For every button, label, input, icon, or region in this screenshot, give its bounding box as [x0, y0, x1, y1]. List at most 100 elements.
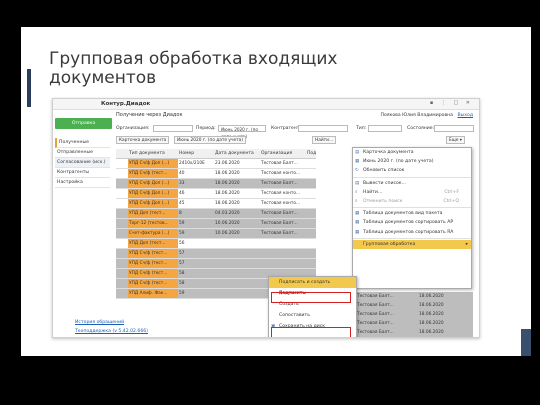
column-header[interactable]: Организация: [260, 149, 306, 158]
sidebar-item-received[interactable]: Полученные: [55, 138, 110, 148]
table-row[interactable]: УПД Сч/ф Доп (...) 45 18.06.2020 Тестовая к…: [116, 199, 316, 209]
table-row[interactable]: Счет-фактура (...) 59 10.06.2020 Тестовая Б…: [116, 229, 316, 239]
window-controls[interactable]: ▪ ⋮ □ ✕: [430, 100, 473, 106]
logout-link[interactable]: Выход: [458, 113, 473, 118]
column-header[interactable]: Дата документа: [214, 149, 260, 158]
org-filter-label: Организация:: [116, 126, 150, 131]
contractor-filter-input[interactable]: [298, 125, 348, 132]
table-row[interactable]: УПД Доп (тест... 8 04.03.2020 Тестовая Балт…: [116, 209, 316, 219]
row-checkbox: [116, 159, 128, 168]
row-checkbox: [116, 209, 128, 218]
context-menu: ▤ Карточка документа ▦ Июнь 2020 г. (по дат…: [352, 147, 472, 289]
doc-date-cell: 18.06.2020: [215, 181, 240, 186]
doc-number-cell: 56: [179, 241, 185, 246]
doc-date-cell: 23.06.2020: [215, 161, 240, 166]
column-header[interactable]: Номер: [178, 149, 214, 158]
column-header[interactable]: [116, 149, 128, 158]
support-link[interactable]: Техподдержка (v 5.42.02.666): [75, 327, 148, 336]
table-row[interactable]: Тестовая Балт... 18.06.2020: [353, 328, 473, 337]
period-filter-input[interactable]: Июнь 2020 г. (по дате учета): [218, 125, 266, 139]
submenu-item[interactable]: Подписать и создать документы: [269, 277, 356, 296]
doc-division-cell: [306, 249, 316, 258]
doc-date-cell: 18.06.2020: [419, 321, 444, 326]
cancel-search-icon: ⌕: [355, 198, 358, 204]
menu-item[interactable]: ▦ Июнь 2020 г. (по дате учета): [353, 157, 471, 166]
menu-item[interactable]: ▦ Таблица документов сортировать АР: [353, 218, 471, 227]
period-button[interactable]: Июнь 2020 г. (по дате учета): [174, 136, 246, 144]
calendar-icon: ▦: [355, 159, 360, 165]
table-row[interactable]: Тестовая Балт... 18.06.2020: [353, 292, 473, 301]
corner-strip: [521, 329, 531, 356]
sidebar-item-settings[interactable]: Настройка: [55, 178, 110, 188]
table-row[interactable]: Тестовая Балт... 18.06.2020: [353, 310, 473, 319]
doc-org-cell: Тестовая Балт...: [261, 221, 298, 226]
document-card-button[interactable]: Карточка документа: [116, 136, 170, 144]
table-row[interactable]: Тестовая Балт... 18.06.2020: [353, 301, 473, 310]
sidebar-item-approval[interactable]: Согласование (исх.): [55, 158, 110, 168]
table-row[interactable]: УПД Сч/ф (тест... 57: [116, 249, 316, 259]
menu-item[interactable]: ▦ Таблица документов сортировать RA: [353, 228, 471, 237]
row-checkbox: [116, 279, 128, 288]
menu-item[interactable]: ▤ Карточка документа: [353, 148, 471, 157]
sidebar-item-sent[interactable]: Отправленные: [55, 148, 110, 158]
doc-date-cell: [214, 269, 260, 278]
chevron-right-icon: ▸: [465, 241, 468, 247]
table-row[interactable]: УПД Доп (тест... 56: [116, 239, 316, 249]
highlight-sign-box: [271, 292, 351, 303]
doc-org-cell: [260, 249, 306, 258]
state-filter-label: Состояние:: [407, 126, 435, 131]
doc-date-cell: 04.03.2020: [215, 211, 240, 216]
type-filter-label: Тип:: [356, 126, 367, 131]
doc-division-cell: [306, 219, 316, 228]
table-row[interactable]: УПД Сч/ф Доп (...) 2410х/210Е 23.06.2020 Те…: [116, 159, 316, 169]
doc-type-cell: Торг-12 (тестов...: [128, 219, 178, 228]
send-documents-button[interactable]: Отправка документов...: [55, 118, 112, 137]
doc-org-cell: Тестовая Балт...: [357, 330, 394, 335]
menu-shortcut: Ctrl+Q: [443, 198, 459, 204]
doc-type-cell: УПД Сч/ф Доп (...): [128, 199, 178, 208]
sidebar-item-contractors[interactable]: Контрагенты: [55, 168, 110, 178]
doc-date-cell: 18.06.2020: [419, 294, 444, 299]
column-header[interactable]: Подразде: [306, 149, 316, 158]
doc-date-cell: 18.06.2020: [419, 303, 444, 308]
table-icon: ▦: [355, 211, 360, 217]
doc-division-cell: [306, 239, 316, 248]
table-row[interactable]: УПД Сч/ф Доп (...) 46 18.06.2020 Тестовая к…: [116, 189, 316, 199]
doc-date-cell: 10.06.2020: [215, 231, 240, 236]
menu-item[interactable]: ▦ Таблица документов вид пакета: [353, 209, 471, 218]
menu-separator: [353, 207, 471, 209]
menu-item[interactable]: Групповая обработка ▸: [353, 239, 471, 249]
footer-links: История обращений Техподдержка (v 5.42.0…: [75, 318, 148, 336]
menu-item[interactable]: ⌕ Отменить поиск Ctrl+Q: [353, 197, 471, 206]
submenu-item[interactable]: Сопоставить: [269, 310, 356, 321]
find-button[interactable]: Найти...: [312, 136, 337, 144]
row-checkbox: [116, 249, 128, 258]
doc-org-cell: Тестовая Балт...: [357, 303, 394, 308]
org-filter-input[interactable]: [153, 125, 193, 132]
column-header[interactable]: Тип документа: [128, 149, 178, 158]
doc-type-cell: Счет-фактура (...): [128, 229, 178, 238]
doc-number-cell: 8: [179, 211, 182, 216]
table-header: Тип документа Номер Дата документа Орган…: [116, 149, 316, 159]
doc-type-cell: УПД Сч/ф (тест...: [128, 169, 178, 178]
menu-shortcut: Ctrl+F: [444, 189, 459, 195]
state-filter-input[interactable]: [434, 125, 474, 132]
row-checkbox: [116, 259, 128, 268]
type-filter-input[interactable]: [368, 125, 402, 132]
table-row[interactable]: Тестовая Балт... 18.06.2020: [353, 319, 473, 328]
doc-org-cell: Тестовая Балт...: [261, 181, 298, 186]
menu-item[interactable]: ⌕ Найти... Ctrl+F: [353, 188, 471, 197]
doc-org-cell: Тестовая Балт...: [261, 231, 298, 236]
table-row[interactable]: Торг-12 (тестов... 59 10.06.2020 Тестовая Б…: [116, 219, 316, 229]
page-header: Получение через Диадок: [116, 112, 183, 118]
table-row[interactable]: УПД Сч/ф (тест... 40 18.06.2020 Тестовая ко…: [116, 169, 316, 179]
table-row[interactable]: УПД Сч/ф Доп (...) 33 18.06.2020 Тестовая Б…: [116, 179, 316, 189]
table-row[interactable]: УПД Сч/ф (тест... 57: [116, 259, 316, 269]
menu-item[interactable]: ▤ Вывести список...: [353, 179, 471, 188]
doc-org-cell: Тестовая Балт...: [357, 312, 394, 317]
doc-org-cell: [260, 259, 306, 268]
more-button[interactable]: Еще ▾: [446, 136, 465, 144]
menu-item[interactable]: ↻ Обновить список: [353, 166, 471, 175]
slide: Групповая обработка входящих документов …: [21, 27, 531, 356]
history-link[interactable]: История обращений: [75, 318, 148, 327]
